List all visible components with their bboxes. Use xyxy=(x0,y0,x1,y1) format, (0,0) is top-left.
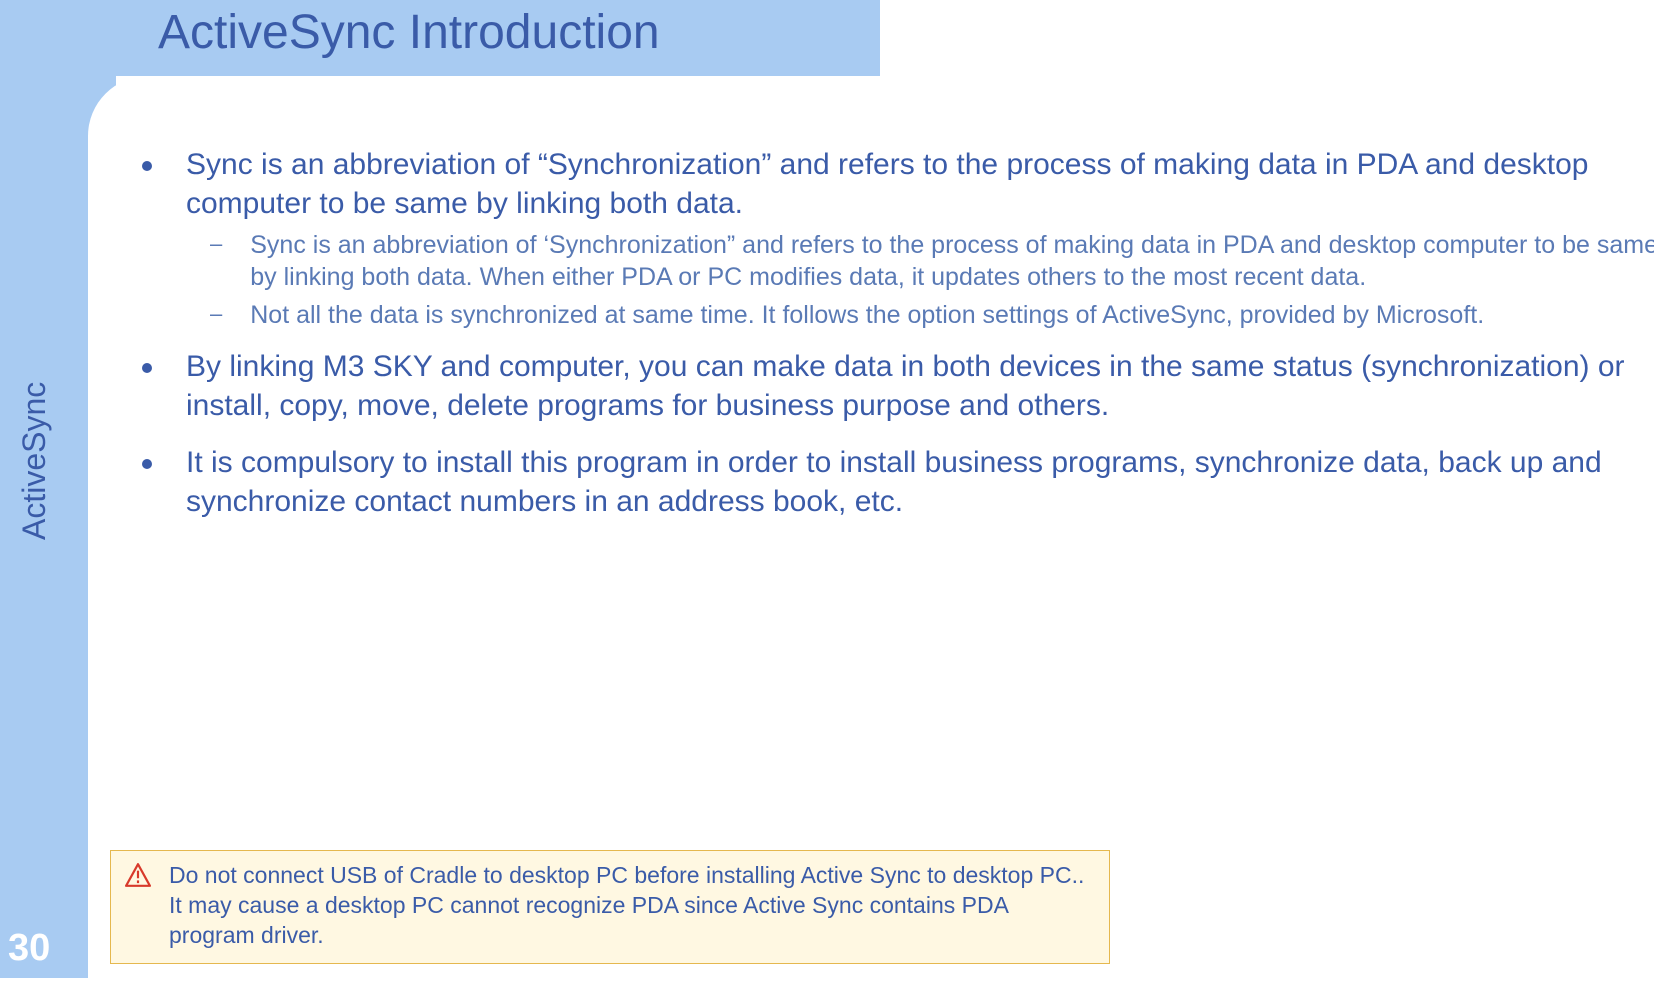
bullet-1-sub-2: – Not all the data is synchronized at sa… xyxy=(210,299,1654,331)
bullet-1-text: Sync is an abbreviation of “Synchronizat… xyxy=(186,145,1654,223)
bullet-1-sub-1: – Sync is an abbreviation of ‘Synchroniz… xyxy=(210,229,1654,293)
bullet-2: By linking M3 SKY and computer, you can … xyxy=(130,347,1654,425)
warning-text: Do not connect USB of Cradle to desktop … xyxy=(169,861,1097,951)
bullet-dot-icon xyxy=(142,363,152,373)
body-content: Sync is an abbreviation of “Synchronizat… xyxy=(130,145,1654,525)
bullet-1-sub-1-text: Sync is an abbreviation of ‘Synchronizat… xyxy=(250,229,1654,293)
warning-icon xyxy=(125,863,151,887)
bullet-1: Sync is an abbreviation of “Synchronizat… xyxy=(130,145,1654,223)
bullet-1-sub-2-text: Not all the data is synchronized at same… xyxy=(250,299,1484,331)
warning-box: Do not connect USB of Cradle to desktop … xyxy=(110,850,1110,964)
title-area: ActiveSync Introduction xyxy=(0,0,900,76)
bullet-dot-icon xyxy=(142,161,152,171)
bullet-3: It is compulsory to install this program… xyxy=(130,443,1654,521)
section-label: ActiveSync xyxy=(16,382,53,540)
bullet-dot-icon xyxy=(142,459,152,469)
page-number: 30 xyxy=(8,927,50,970)
bullet-2-text: By linking M3 SKY and computer, you can … xyxy=(186,347,1654,425)
dash-icon: – xyxy=(210,301,222,327)
bullet-3-text: It is compulsory to install this program… xyxy=(186,443,1654,521)
dash-icon: – xyxy=(210,231,222,257)
slide-title: ActiveSync Introduction xyxy=(158,5,660,60)
